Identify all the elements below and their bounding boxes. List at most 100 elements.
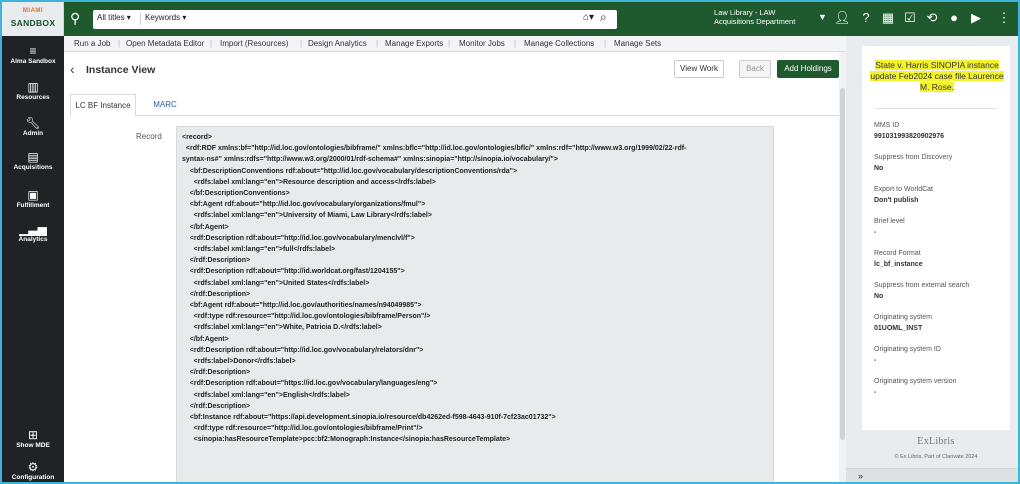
search-field-dropdown[interactable]: Keywords ▾ [145,13,186,22]
search-history-icon[interactable]: ⚲ [70,11,80,25]
tab-lc-bf-instance[interactable]: LC BF Instance [70,94,136,117]
action-design-analytics[interactable]: Design Analytics [308,39,367,48]
divider [876,108,996,109]
code-line: <rdfs:label xml:lang="en">English</rdfs:… [182,391,350,399]
code-line: <sinopia:hasResourceTemplate>pcc:bf2:Mon… [182,436,511,444]
code-line: <rdfs:label>Donor</rdfs:label> [182,358,296,366]
back-chevron-icon[interactable]: ‹ [70,62,75,76]
field-value: 01UOML_INST [874,325,923,332]
field-label: Suppress from Discovery [874,154,953,161]
mde-icon: ⊞ [27,428,39,442]
code-line: <rdf:type rdf:resource="http://id.loc.go… [182,425,423,433]
expand-pane-icon[interactable]: » [858,471,863,481]
library-selector[interactable]: Law Library - LAW Acquisitions Departmen… [714,8,810,26]
search-divider [140,13,141,25]
action-open-metadata-editor[interactable]: Open Metadata Editor [126,39,204,48]
chat-icon[interactable]: ● [946,10,962,26]
pane-footer: » [846,468,1018,482]
dashboard-icon[interactable]: ▦ [880,10,896,26]
nav-admin[interactable]: 🔧︎ Admin [2,116,64,138]
field-label: MMS ID [874,122,900,129]
back-button[interactable]: Back [739,60,771,78]
action-manage-exports[interactable]: Manage Exports [385,39,443,48]
code-line: </rdf:Description> [182,369,251,377]
nav-analytics[interactable]: ▁▃▅ Analytics [2,222,64,244]
home-scope-icon[interactable]: ⌂▾ [583,12,594,23]
caret-down-icon[interactable]: ▼ [818,12,827,22]
code-line: </rdf:Description> [182,257,251,265]
search-bar[interactable]: All titles ▾ Keywords ▾ ⌂▾ ⌕ [93,10,617,29]
code-line: </bf:DescriptionConventions> [182,190,290,198]
action-run-job[interactable]: Run a Job [74,39,110,48]
field-label: Originating system ID [874,346,941,353]
fulfillment-icon: ▣ [27,188,39,202]
left-navigation: ≡ Alma Sandbox ▥ Resources 🔧︎ Admin ▤ Ac… [2,36,64,482]
notifications-icon[interactable]: ▶ [968,10,984,26]
separator: | [604,39,607,48]
field-value: - [874,229,877,236]
record-xml-textarea[interactable]: <record> <rdf:RDF xmlns:bf="http://id.lo… [176,126,774,482]
pin-menu-icon: ≡ [29,44,37,58]
library-name: Law Library - LAW [714,8,776,17]
nav-label: Show MDE [16,442,50,449]
code-line: <rdfs:label xml:lang="en">Resource descr… [182,178,436,186]
code-line: <rdfs:label xml:lang="en">United States<… [182,279,370,287]
field-label: Originating system [874,314,932,321]
code-line: <bf:Agent rdf:about="http://id.loc.gov/v… [182,201,426,209]
brand-name: SANDBOX [10,18,56,28]
action-manage-sets[interactable]: Manage Sets [614,39,661,48]
nav-show-mde[interactable]: ⊞ Show MDE [2,428,64,450]
search-scope-dropdown[interactable]: All titles ▾ [97,13,131,22]
nav-acquisitions[interactable]: ▤ Acquisitions [2,150,64,172]
history-icon[interactable]: ⟲ [924,10,940,26]
more-menu-icon[interactable]: ⋮ [996,10,1012,26]
code-line: <rdfs:label xml:lang="en">full</rdfs:lab… [182,246,336,254]
admin-icon: 🔧︎ [25,116,41,130]
code-line: <rdf:Description rdf:about="https://id.l… [182,380,438,388]
code-line: <record> [182,134,212,141]
details-card: State v. Harris SINOPIA instance update … [862,46,1010,430]
separator: | [300,39,303,48]
code-line: </bf:Agent> [182,223,229,231]
nav-resources[interactable]: ▥ Resources [2,80,64,102]
user-icon[interactable]: 👤︎ [834,10,851,26]
field-label: Suppress from external search [874,282,970,289]
field-label: Export to WorldCat [874,186,934,193]
nav-alma-sandbox[interactable]: ≡ Alma Sandbox [2,44,64,66]
view-work-button[interactable]: View Work [674,60,724,78]
code-line: <rdfs:label xml:lang="en">White, Patrici… [182,324,382,332]
record-title: State v. Harris SINOPIA instance update … [870,60,1004,93]
brand-top: MIAMI [22,8,44,14]
action-manage-collections[interactable]: Manage Collections [524,39,594,48]
record-label: Record [136,132,162,141]
action-import-resources[interactable]: Import (Resources) [220,39,288,48]
action-monitor-jobs[interactable]: Monitor Jobs [459,39,505,48]
record-xml-code: <record> <rdf:RDF xmlns:bf="http://id.lo… [182,132,762,446]
record-details-pane: State v. Harris SINOPIA instance update … [846,36,1018,482]
main-scrollbar[interactable] [839,52,846,482]
brand-logo[interactable]: MIAMI SANDBOX [2,2,64,36]
main-scroll-thumb[interactable] [840,88,845,440]
field-label: Originating system version [874,378,957,385]
nav-fulfillment[interactable]: ▣ Fulfillment [2,188,64,210]
search-icon[interactable]: ⌕ [600,10,607,25]
nav-configuration[interactable]: ⚙ Configuration [2,460,64,482]
copyright-text: © Ex Libris, Part of Clarivate 2024 [894,454,978,460]
nav-label: Resources [16,94,50,101]
page-title: Instance View [86,64,156,76]
exlibris-logo: ExLibris [917,436,955,447]
code-line: <rdf:Description rdf:about="http://id.lo… [182,234,415,242]
tab-marc[interactable]: MARC [144,94,186,117]
add-holdings-button[interactable]: Add Holdings [777,60,839,78]
tab-bar: LC BF Instance MARC [70,92,840,117]
field-value: Don't publish [874,197,919,204]
help-icon[interactable]: ? [858,10,874,26]
field-label: Brief level [874,218,905,225]
nav-label: Configuration [11,474,55,481]
tasks-icon[interactable]: ☑ [902,10,918,26]
nav-label: Fulfillment [16,202,50,209]
code-line: <bf:DescriptionConventions rdf:about="ht… [182,167,518,175]
gear-icon: ⚙ [27,460,39,474]
code-line: </rdf:Description> [182,290,251,298]
record-title-text: State v. Harris SINOPIA instance update … [870,60,1004,92]
